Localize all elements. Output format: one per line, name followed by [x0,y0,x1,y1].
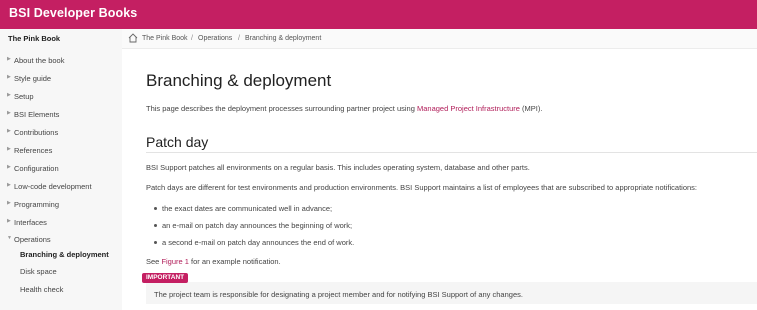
app-title[interactable]: BSI Developer Books [9,6,137,20]
chevron-right-icon: ▶ [7,128,11,134]
home-icon[interactable] [128,33,138,45]
sidebar-item-contributions[interactable]: ▶ Contributions [0,125,122,141]
chevron-right-icon: ▶ [7,182,11,188]
sidebar-item-label: Operations [14,235,51,244]
main-content: The Pink Book / Operations / Branching &… [122,29,757,310]
paragraph-patch-days: Patch days are different for test enviro… [146,183,697,192]
sidebar-item-label: Programming [14,200,60,209]
sidebar-item-style-guide[interactable]: ▶ Style guide [0,71,122,87]
breadcrumb: The Pink Book / Operations / Branching &… [122,29,757,49]
chevron-right-icon: ▶ [7,200,11,206]
sidebar-subitem-health-check[interactable]: Health check [20,285,63,294]
sidebar-item-about[interactable]: ▶ About the book [0,53,122,69]
sidebar-subitem-branching[interactable]: Branching & deployment [20,250,109,259]
sidebar-item-label: References [14,146,53,155]
list-item: an e-mail on patch day announces the beg… [162,221,353,230]
section-title-patch-day: Patch day [146,134,209,150]
breadcrumb-separator: / [238,35,240,42]
see-figure-paragraph: See Figure 1 for an example notification… [146,257,281,266]
mpi-link[interactable]: Managed Project Infrastructure [417,104,520,113]
sidebar-item-label: Style guide [14,74,52,83]
see-text: See [146,257,162,266]
intro-text-end: (MPI). [519,104,543,113]
sidebar-item-label: About the book [14,56,65,65]
sidebar-item-label: Setup [14,92,34,101]
chevron-right-icon: ▶ [7,74,11,80]
page-title: Branching & deployment [146,71,332,90]
chevron-right-icon: ▶ [7,218,11,224]
sidebar-nav: The Pink Book ▶ About the book ▶ Style g… [0,29,122,310]
chevron-right-icon: ▶ [7,110,11,116]
important-badge: IMPORTANT [142,273,189,283]
sidebar-book-title[interactable]: The Pink Book [8,34,60,43]
breadcrumb-item-book[interactable]: The Pink Book [142,35,188,42]
bullet-dot [154,224,157,227]
important-note: The project team is responsible for desi… [146,282,757,304]
breadcrumb-item-current: Branching & deployment [245,35,322,42]
intro-paragraph: This page describes the deployment proce… [146,104,542,113]
intro-text: This page describes the deployment proce… [146,104,417,113]
chevron-down-icon: ▼ [7,235,12,241]
chevron-right-icon: ▶ [7,92,11,98]
paragraph-patches: BSI Support patches all environments on … [146,163,530,172]
sidebar-item-label: Configuration [14,164,59,173]
sidebar-subitem-disk-space[interactable]: Disk space [20,267,57,276]
sidebar-item-label: Interfaces [14,218,47,227]
chevron-right-icon: ▶ [7,56,11,62]
top-app-bar: BSI Developer Books [0,0,757,29]
sidebar-item-programming[interactable]: ▶ Programming [0,197,122,213]
bullet-dot [154,207,157,210]
chevron-right-icon: ▶ [7,164,11,170]
list-item: the exact dates are communicated well in… [162,204,333,213]
breadcrumb-item-operations[interactable]: Operations [198,35,232,42]
sidebar-item-low-code[interactable]: ▶ Low-code development [0,179,122,195]
sidebar-item-interfaces[interactable]: ▶ Interfaces [0,215,122,231]
figure-1-link[interactable]: Figure 1 [161,257,189,266]
sidebar-item-operations[interactable]: ▼ Operations [0,232,122,248]
sidebar-item-configuration[interactable]: ▶ Configuration [0,161,122,177]
important-note-text: The project team is responsible for desi… [154,290,523,299]
chevron-right-icon: ▶ [7,146,11,152]
sidebar-item-bsi-elements[interactable]: ▶ BSI Elements [0,107,122,123]
see-text-end: for an example notification. [188,257,281,266]
sidebar-item-label: Low-code development [14,182,92,191]
sidebar-item-label: BSI Elements [14,110,60,119]
sidebar-item-references[interactable]: ▶ References [0,143,122,159]
sidebar-item-setup[interactable]: ▶ Setup [0,89,122,105]
section-divider [146,152,757,153]
bullet-dot [154,241,157,244]
sidebar-item-label: Contributions [14,128,59,137]
list-item: a second e-mail on patch day announces t… [162,238,355,247]
breadcrumb-separator: / [191,35,193,42]
